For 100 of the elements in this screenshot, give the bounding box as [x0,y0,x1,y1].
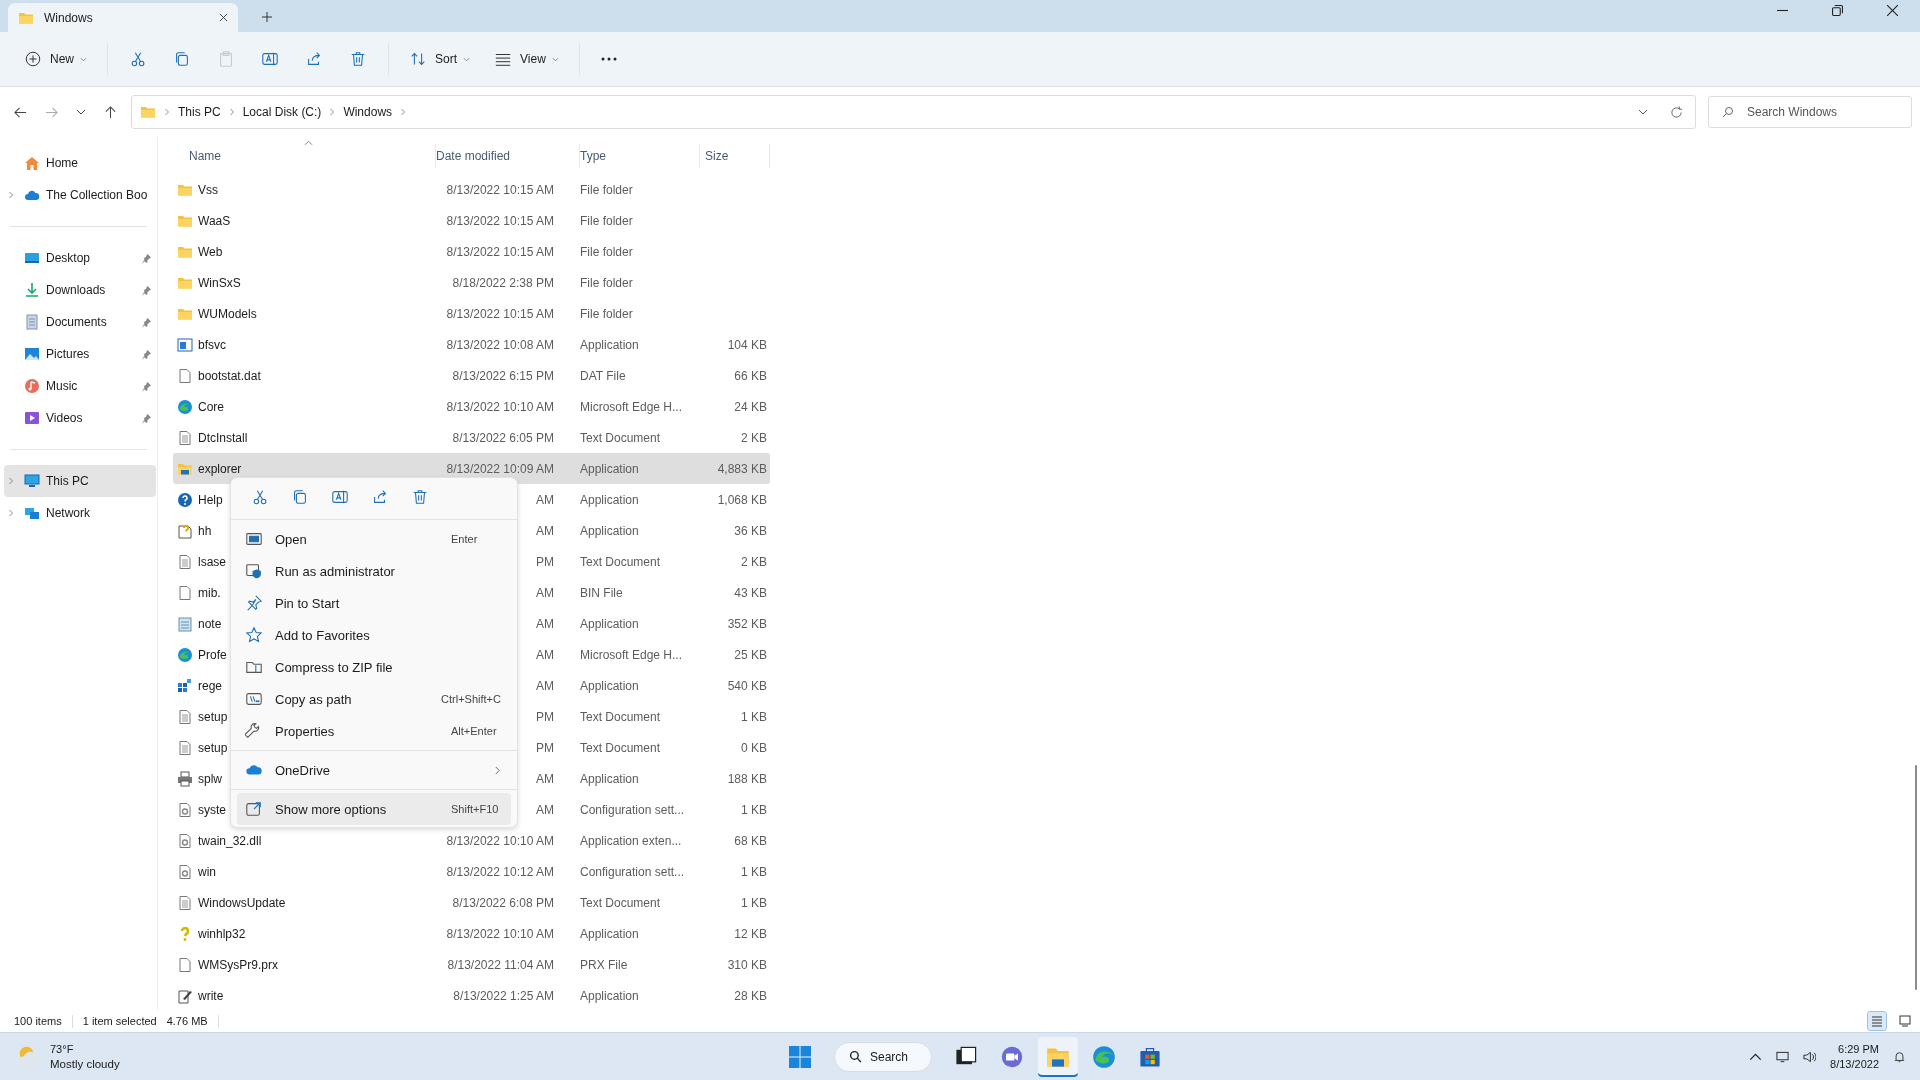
date: 8/13/2022 [1830,1056,1879,1072]
date-modified: 8/18/2022 2:38 PM [452,275,554,290]
file-type: File folder [580,244,633,259]
file-size: 1 KB [741,864,767,879]
date-modified: AM [536,492,554,507]
file-name: mib. [198,585,221,600]
file-name: bootstat.dat [198,368,261,383]
file-name: Help [198,492,223,507]
file-size: 2 KB [741,430,767,445]
file-name: winhlp32 [198,926,246,941]
file-type: Text Document [580,740,661,755]
file-type: Text Document [580,430,661,445]
file-type: BIN File [580,585,623,600]
weather-condition: Mostly cloudy [50,1056,120,1072]
file-name: setup [198,709,228,724]
file-type: File folder [580,182,633,197]
file-name: Profe [198,647,227,662]
shortcut: Ctrl+Shift+C [441,693,501,705]
file-name: explorer [198,461,242,476]
file-name: lsase [198,554,226,569]
file-name: bfsvc [198,337,226,352]
date-modified: PM [536,554,554,569]
file-size: 188 KB [727,771,767,786]
file-type: File folder [580,213,633,228]
file-name: Web [198,244,223,259]
file-name: WaaS [198,213,231,228]
file-name: WMSysPr9.prx [198,957,278,972]
date-modified: 8/13/2022 6:05 PM [452,430,554,445]
file-name: win [198,864,216,879]
date-modified: 8/13/2022 10:12 AM [446,864,554,879]
file-size: 1 KB [741,709,767,724]
file-type: Application [580,926,639,941]
file-size: 2 KB [741,554,767,569]
file-size: 28 KB [734,988,767,1003]
file-name: twain_32.dll [198,833,262,848]
file-type: Application [580,678,639,693]
date-modified: 8/13/2022 10:15 AM [446,244,554,259]
file-type: DAT File [580,368,626,383]
selection-count: 1 item selected [82,1015,157,1027]
time: 6:29 PM [1838,1041,1879,1057]
item-count: 100 items [14,1015,62,1027]
file-size: 36 KB [734,523,767,538]
date-modified: 8/13/2022 10:10 AM [446,399,554,414]
date-modified: 8/13/2022 1:25 AM [453,988,554,1003]
date-modified: 8/13/2022 10:15 AM [446,182,554,197]
file-type: Text Document [580,709,661,724]
file-size: 24 KB [734,399,767,414]
file-type: PRX File [580,957,628,972]
date-modified: AM [536,678,554,693]
date-modified: PM [536,740,554,755]
date-modified: 8/13/2022 10:15 AM [446,306,554,321]
file-type: Configuration sett... [580,864,685,879]
file-size: 4,883 KB [717,461,767,476]
file-size: 66 KB [734,368,767,383]
file-size: 43 KB [734,585,767,600]
file-name: write [198,988,224,1003]
date-modified: AM [536,585,554,600]
date-modified: AM [536,616,554,631]
file-size: 1 KB [741,895,767,910]
file-type: Application [580,337,639,352]
file-name: Vss [198,182,218,197]
file-name: note [198,616,222,631]
tab-title: Windows [44,10,94,25]
file-type: Application [580,771,639,786]
file-size: 0 KB [741,740,767,755]
file-size: 68 KB [734,833,767,848]
date-modified: AM [536,771,554,786]
date-modified: 8/13/2022 11:04 AM [447,957,554,972]
date-modified: 8/13/2022 6:15 PM [452,368,554,383]
file-type: Text Document [580,554,661,569]
file-name: rege [198,678,223,693]
file-type: Application [580,492,639,507]
file-size: 104 KB [727,337,767,352]
date-modified: 8/13/2022 10:15 AM [446,213,554,228]
shortcut: Alt+Enter [451,725,497,737]
date-modified: 8/13/2022 10:10 AM [446,833,554,848]
date-modified: 8/13/2022 6:08 PM [452,895,554,910]
date-modified: AM [536,802,554,817]
file-name: WinSxS [198,275,241,290]
file-name: WindowsUpdate [198,895,286,910]
file-type: File folder [580,275,633,290]
file-size: 1 KB [741,802,767,817]
file-type: Configuration sett... [580,802,685,817]
file-size: 12 KB [734,926,767,941]
date-modified: AM [536,647,554,662]
date-modified: 8/13/2022 10:09 AM [446,461,554,476]
file-size: 352 KB [727,616,767,631]
file-size: 25 KB [734,647,767,662]
file-type: Application [580,523,639,538]
file-name: hh [198,523,212,538]
shortcut: Enter [451,533,478,545]
temperature: 73°F [50,1041,75,1057]
file-name: syste [198,802,226,817]
file-type: Microsoft Edge H... [580,647,683,662]
file-name: WUModels [198,306,257,321]
file-type: Application exten... [580,833,682,848]
file-name: DtcInstall [198,430,248,445]
file-name: setup [198,740,228,755]
file-size: 1,068 KB [717,492,767,507]
file-type: Application [580,616,639,631]
